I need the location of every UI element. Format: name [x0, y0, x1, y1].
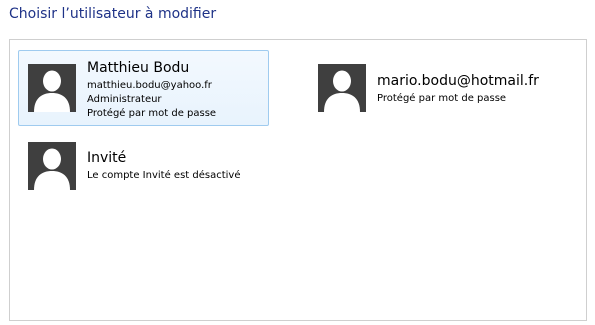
accounts-panel: Matthieu Bodu matthieu.bodu@yahoo.fr Adm…	[9, 39, 587, 321]
account-name: mario.bodu@hotmail.fr	[377, 73, 539, 89]
account-status: Le compte Invité est désactivé	[87, 170, 241, 181]
user-silhouette-icon	[28, 142, 76, 190]
account-tile-matthieu[interactable]: Matthieu Bodu matthieu.bodu@yahoo.fr Adm…	[18, 50, 269, 126]
account-info: mario.bodu@hotmail.fr Protégé par mot de…	[377, 73, 539, 106]
account-info: Invité Le compte Invité est désactivé	[87, 150, 241, 183]
user-silhouette-icon	[28, 64, 76, 112]
account-status: Protégé par mot de passe	[87, 108, 217, 119]
account-name: Matthieu Bodu	[87, 60, 190, 76]
account-tile-mario[interactable]: mario.bodu@hotmail.fr Protégé par mot de…	[308, 50, 568, 126]
user-accounts-window: Choisir l’utilisateur à modifier Matthie…	[0, 0, 595, 325]
account-info: Matthieu Bodu matthieu.bodu@yahoo.fr Adm…	[87, 60, 216, 121]
user-silhouette-icon	[318, 64, 366, 112]
account-name: Invité	[87, 150, 127, 166]
page-title: Choisir l’utilisateur à modifier	[9, 6, 217, 22]
account-tile-guest[interactable]: Invité Le compte Invité est désactivé	[18, 132, 269, 198]
account-status: Protégé par mot de passe	[377, 93, 507, 104]
account-role: Administrateur	[87, 94, 162, 105]
account-email: matthieu.bodu@yahoo.fr	[87, 80, 212, 91]
